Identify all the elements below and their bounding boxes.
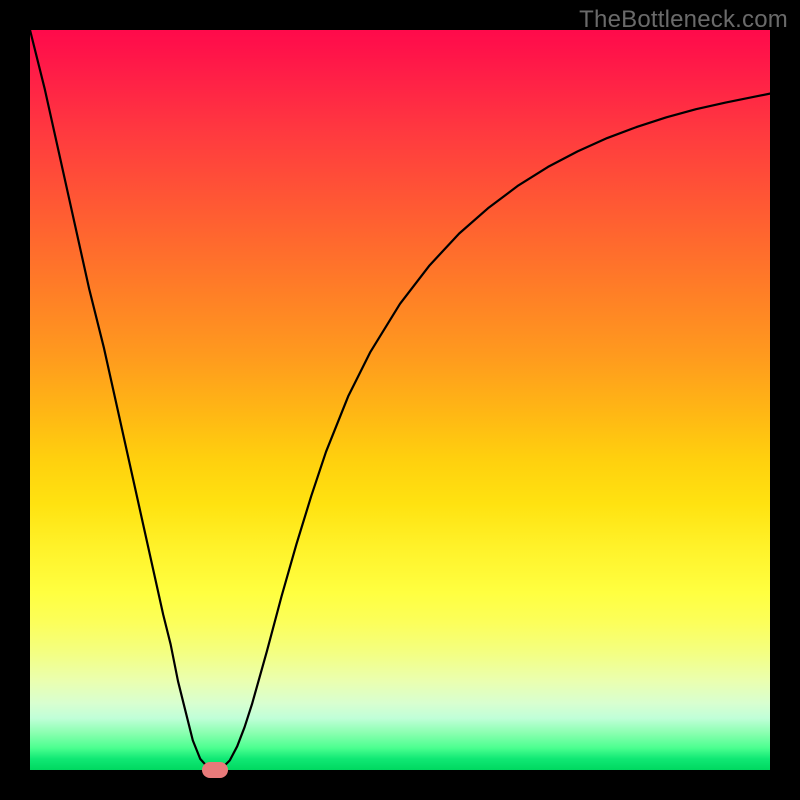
attribution-label: TheBottleneck.com	[579, 6, 788, 34]
curve-svg	[30, 30, 770, 770]
plot-area	[30, 30, 770, 770]
chart-frame: TheBottleneck.com	[0, 0, 800, 800]
curve-path	[30, 30, 770, 770]
minimum-marker	[202, 762, 228, 778]
